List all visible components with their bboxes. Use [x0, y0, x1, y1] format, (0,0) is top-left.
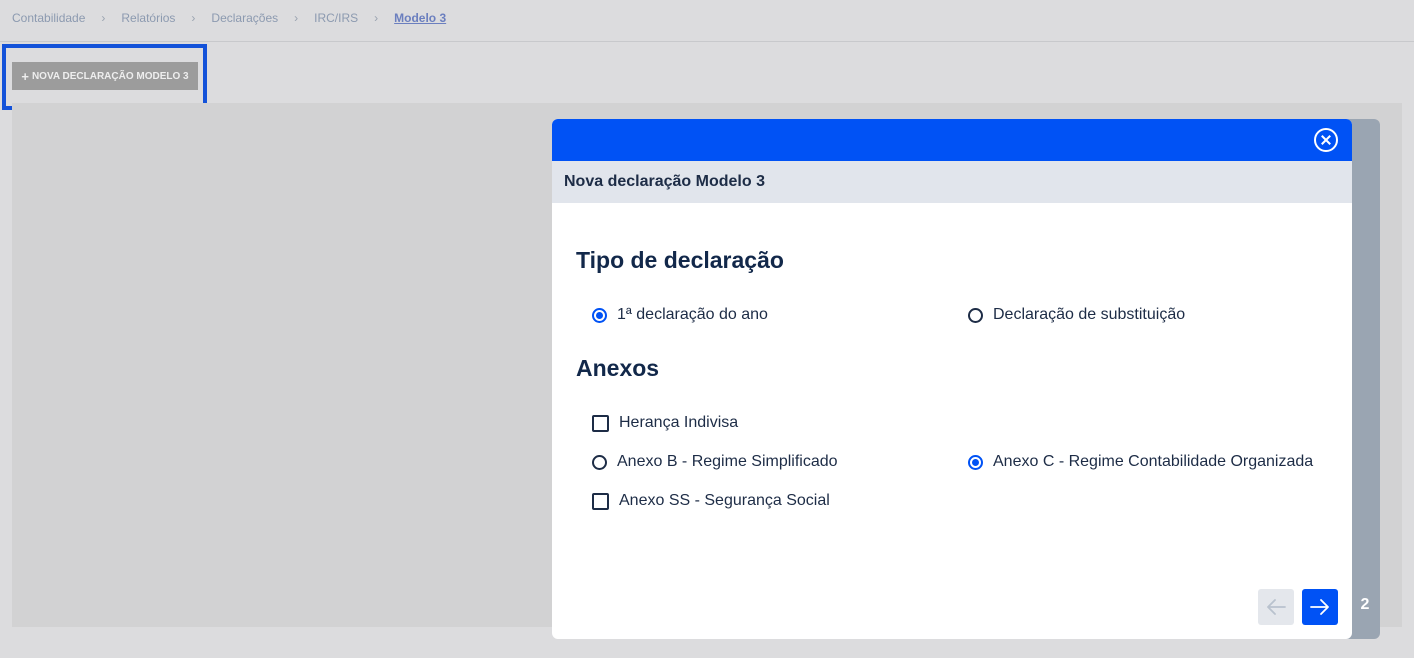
radio-anexo-b[interactable]: Anexo B - Regime Simplificado — [592, 453, 838, 471]
breadcrumb-item-current[interactable]: Modelo 3 — [394, 11, 446, 25]
radio-checked-icon — [968, 454, 983, 470]
chevron-right-icon: › — [374, 11, 379, 25]
breadcrumb-item-relatorios[interactable]: Relatórios — [121, 11, 175, 25]
checkbox-anexo-ss[interactable]: Anexo SS - Segurança Social — [592, 492, 830, 510]
chevron-right-icon: › — [101, 11, 106, 25]
radio-anexo-c[interactable]: Anexo C - Regime Contabilidade Organizad… — [968, 453, 1313, 471]
next-button[interactable] — [1302, 589, 1338, 625]
radio-label: 1ª declaração do ano — [617, 306, 768, 323]
modal-body: Tipo de declaração 1ª declaração do ano … — [552, 203, 1352, 579]
checkbox-unchecked-icon — [592, 414, 609, 432]
new-declaration-button[interactable]: + NOVA DECLARAÇÃO MODELO 3 — [12, 62, 198, 90]
checkbox-unchecked-icon — [592, 492, 609, 510]
radio-label: Anexo B - Regime Simplificado — [617, 453, 838, 470]
plus-icon: + — [21, 68, 29, 84]
breadcrumb-item-contabilidade[interactable]: Contabilidade — [12, 11, 85, 25]
chevron-right-icon: › — [191, 11, 196, 25]
previous-button[interactable] — [1258, 589, 1294, 625]
modal-footer — [552, 579, 1352, 639]
radio-unchecked-icon — [592, 454, 607, 470]
radio-primeira-declaracao[interactable]: 1ª declaração do ano — [592, 306, 768, 324]
checkbox-label: Anexo SS - Segurança Social — [619, 492, 830, 509]
modal-header — [552, 119, 1352, 161]
new-declaration-modal: Nova declaração Modelo 3 Tipo de declara… — [552, 119, 1352, 639]
checkbox-heranca-indivisa[interactable]: Herança Indivisa — [592, 414, 738, 432]
radio-declaracao-substituicao[interactable]: Declaração de substituição — [968, 306, 1185, 324]
anexos-title: Anexos — [576, 355, 660, 381]
new-declaration-label: NOVA DECLARAÇÃO MODELO 3 — [31, 70, 189, 82]
breadcrumb-item-irc-irs[interactable]: IRC/IRS — [314, 11, 358, 25]
modal-title: Nova declaração Modelo 3 — [552, 161, 1352, 203]
checkbox-label: Herança Indivisa — [619, 414, 739, 431]
radio-unchecked-icon — [968, 307, 983, 323]
radio-checked-icon — [592, 307, 607, 323]
close-icon[interactable] — [1314, 128, 1338, 152]
arrow-left-icon — [1267, 599, 1286, 615]
arrow-right-icon — [1310, 599, 1329, 615]
breadcrumb-item-declaracoes[interactable]: Declarações — [211, 11, 278, 25]
header-divider — [0, 41, 1414, 42]
radio-label: Declaração de substituição — [993, 306, 1186, 323]
wizard-step-number: 2 — [1360, 596, 1370, 613]
chevron-right-icon: › — [294, 11, 299, 25]
radio-label: Anexo C - Regime Contabilidade Organizad… — [993, 453, 1314, 470]
tipo-declaracao-title: Tipo de declaração — [576, 247, 784, 273]
breadcrumb: Contabilidade › Relatórios › Declarações… — [12, 10, 446, 26]
